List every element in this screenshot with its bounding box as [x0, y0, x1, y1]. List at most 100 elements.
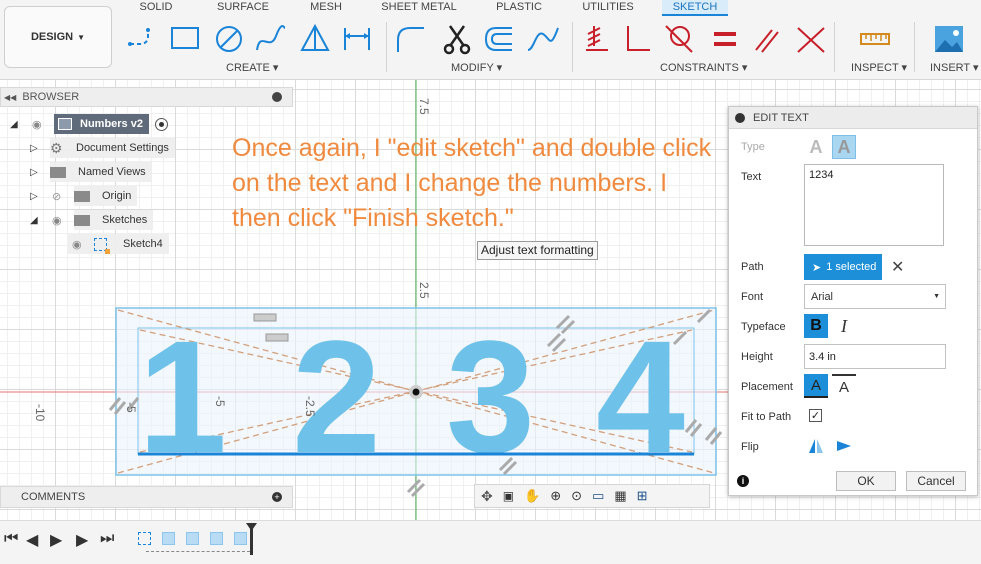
- grid-settings-icon[interactable]: ▦: [614, 488, 626, 504]
- tree-row-named-views[interactable]: ▷ Named Views: [30, 162, 152, 182]
- timeline-sketch-icon[interactable]: [138, 532, 151, 545]
- visibility-hidden-icon[interactable]: ⊘: [52, 190, 74, 203]
- dialog-header[interactable]: EDIT TEXT: [729, 107, 977, 129]
- parallel-constraint-icon[interactable]: [750, 22, 784, 56]
- timeline-feature-icon[interactable]: [234, 532, 247, 545]
- look-at-icon[interactable]: ▣: [503, 489, 514, 503]
- path-selected-label: 1 selected: [826, 261, 877, 273]
- comments-panel[interactable]: COMMENTS +: [0, 486, 293, 508]
- bold-icon[interactable]: B: [804, 314, 828, 338]
- expand-arrow-icon[interactable]: ◢: [10, 119, 24, 130]
- timeline-feature-icon[interactable]: [210, 532, 223, 545]
- create-group-label[interactable]: CREATE ▾: [226, 61, 278, 74]
- path-select-button[interactable]: ➤ 1 selected: [804, 254, 882, 280]
- cancel-button[interactable]: Cancel: [906, 471, 966, 491]
- toolbar-divider: [834, 22, 835, 72]
- go-to-end-icon[interactable]: ⏭: [100, 530, 114, 548]
- timeline: ⏮ ◀ ▶ ▶ ⏭: [0, 520, 981, 564]
- expand-arrow-icon[interactable]: ▷: [30, 143, 44, 154]
- add-comment-icon[interactable]: +: [272, 492, 282, 502]
- equal-constraint-icon[interactable]: [708, 22, 742, 56]
- placement-above-icon[interactable]: A: [804, 374, 828, 398]
- type-label: Type: [741, 141, 765, 153]
- tree-row-origin[interactable]: ▷ ⊘ Origin: [30, 186, 138, 206]
- font-dropdown[interactable]: Arial ▼: [804, 284, 946, 309]
- expand-arrow-icon[interactable]: ▷: [30, 167, 44, 178]
- rectangle-tool-icon[interactable]: [168, 22, 202, 56]
- flip-label: Flip: [741, 441, 759, 453]
- text-input[interactable]: 1234: [804, 164, 944, 246]
- tree-row-document[interactable]: ◢ ◉ Numbers v2: [10, 114, 168, 134]
- visibility-eye-icon[interactable]: ◉: [52, 214, 74, 227]
- measure-ruler-icon[interactable]: [858, 22, 892, 56]
- placement-below-icon[interactable]: A: [832, 374, 856, 398]
- inspect-group-label[interactable]: INSPECT ▾: [851, 61, 907, 74]
- tree-row-sketches[interactable]: ◢ ◉ Sketches: [30, 210, 154, 230]
- constraints-group-label[interactable]: CONSTRAINTS ▾: [660, 61, 747, 74]
- flip-vertical-icon[interactable]: [832, 434, 856, 458]
- expand-arrow-icon[interactable]: ▷: [30, 191, 44, 202]
- flip-horizontal-icon[interactable]: [804, 434, 828, 458]
- tab-surface[interactable]: SURFACE: [214, 0, 272, 16]
- tangent-constraint-icon[interactable]: [662, 22, 696, 56]
- fit-to-path-checkbox[interactable]: ✓: [809, 409, 822, 422]
- fit-to-path-label: Fit to Path: [741, 411, 792, 423]
- circle-tool-icon[interactable]: [212, 22, 246, 56]
- coincident-constraint-icon[interactable]: [580, 22, 614, 56]
- timeline-feature-icon[interactable]: [162, 532, 175, 545]
- tree-row-sketch4[interactable]: ◉ Sketch4: [68, 234, 169, 254]
- perpendicular-constraint-icon[interactable]: [620, 22, 654, 56]
- tab-sheet-metal[interactable]: SHEET METAL: [380, 0, 458, 16]
- expand-arrow-icon[interactable]: ◢: [30, 215, 44, 226]
- document-icon: [58, 118, 72, 130]
- line-tool-icon[interactable]: [126, 22, 160, 56]
- info-icon[interactable]: i: [737, 475, 749, 487]
- arc-tool-icon[interactable]: [254, 22, 288, 56]
- tab-solid[interactable]: SOLID: [136, 0, 176, 16]
- polygon-tool-icon[interactable]: [298, 22, 332, 56]
- tree-row-document-settings[interactable]: ▷ ⚙ Document Settings: [30, 138, 175, 158]
- tab-plastic[interactable]: PLASTIC: [494, 0, 544, 16]
- typeface-label: Typeface: [741, 321, 786, 333]
- step-forward-icon[interactable]: ▶: [76, 530, 88, 550]
- pan-hand-icon[interactable]: ✋: [524, 488, 540, 504]
- fusion-window: DESIGN ▼ SOLID SURFACE MESH SHEET METAL …: [0, 0, 981, 564]
- collapse-minus-icon[interactable]: [735, 112, 745, 123]
- insert-group-label[interactable]: INSERT ▾: [930, 61, 979, 74]
- collinear-constraint-icon[interactable]: [794, 22, 828, 56]
- visibility-eye-icon[interactable]: ◉: [32, 118, 54, 131]
- ok-button[interactable]: OK: [836, 471, 896, 491]
- minimize-icon[interactable]: [272, 92, 282, 102]
- tab-mesh[interactable]: MESH: [306, 0, 346, 16]
- type-outline-text-icon[interactable]: A: [832, 135, 856, 159]
- collapse-arrows-icon[interactable]: ◀◀: [4, 93, 16, 102]
- spline-tool-icon[interactable]: [526, 22, 560, 56]
- fit-zoom-icon[interactable]: ⊙: [571, 488, 582, 504]
- workspace-design-button[interactable]: DESIGN ▼: [4, 6, 112, 68]
- step-back-icon[interactable]: ◀: [26, 530, 38, 550]
- insert-image-icon[interactable]: [932, 22, 966, 56]
- browser-panel-header[interactable]: ◀◀ BROWSER: [0, 87, 293, 107]
- zoom-window-icon[interactable]: ⊕: [550, 488, 561, 504]
- modify-group-label[interactable]: MODIFY ▾: [451, 61, 502, 74]
- timeline-feature-icon[interactable]: [186, 532, 199, 545]
- height-input[interactable]: [804, 344, 946, 369]
- dimension-tool-icon[interactable]: [340, 22, 374, 56]
- cursor-arrow-icon: ➤: [812, 261, 822, 274]
- display-settings-icon[interactable]: ▭: [592, 488, 604, 504]
- type-text-icon[interactable]: A: [804, 135, 828, 159]
- viewports-icon[interactable]: ⊞: [637, 488, 648, 504]
- visibility-eye-icon[interactable]: ◉: [72, 238, 94, 251]
- play-icon[interactable]: ▶: [50, 530, 62, 550]
- trim-scissors-icon[interactable]: [440, 22, 474, 56]
- fillet-tool-icon[interactable]: [394, 22, 428, 56]
- orbit-icon[interactable]: ✥: [481, 488, 493, 505]
- italic-icon[interactable]: I: [832, 314, 856, 338]
- clear-selection-icon[interactable]: ✕: [891, 257, 904, 277]
- tab-sketch[interactable]: SKETCH: [662, 0, 728, 16]
- active-radio-icon[interactable]: [154, 117, 168, 131]
- dim-label: -5: [124, 402, 138, 413]
- offset-tool-icon[interactable]: [482, 22, 516, 56]
- tab-utilities[interactable]: UTILITIES: [580, 0, 636, 16]
- go-to-start-icon[interactable]: ⏮: [4, 530, 18, 548]
